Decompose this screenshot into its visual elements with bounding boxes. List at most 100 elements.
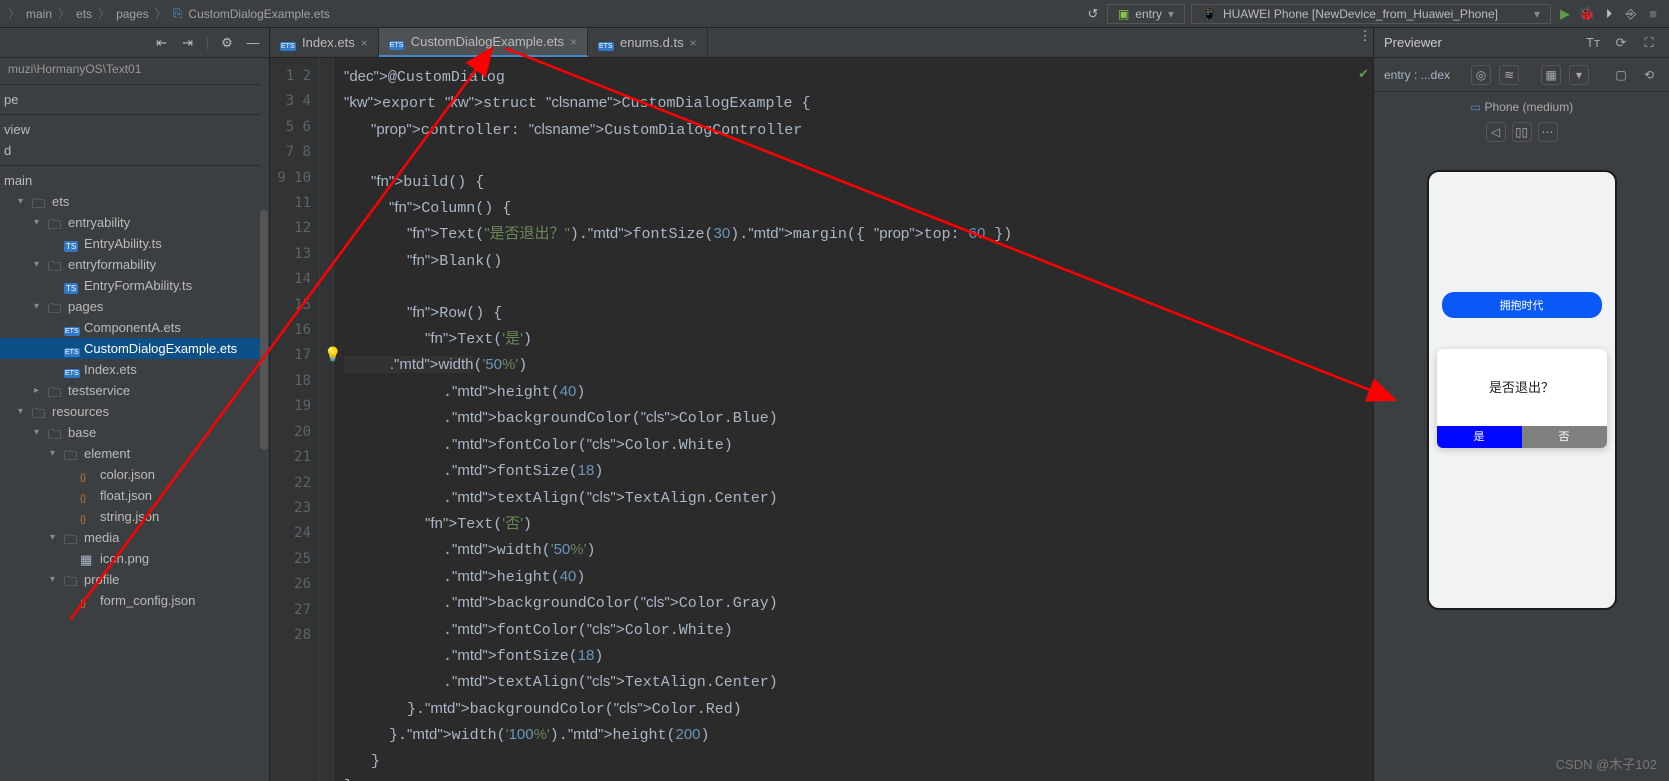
collapse-icon[interactable]: ⇤ [154,35,170,51]
editor-body[interactable]: 1 2 3 4 5 6 7 8 9 10 11 12 13 14 15 16 1… [270,58,1373,781]
chevron-right-icon: 〉 [8,5,20,22]
close-icon[interactable]: × [690,36,697,50]
crumb-main[interactable]: main [26,7,52,21]
chevron-right-icon: 〉 [98,5,110,22]
attach-icon[interactable]: ⎆ [1623,6,1639,22]
tree-item[interactable]: ▾entryability [0,212,269,233]
tree-item[interactable]: ▾element [0,443,269,464]
tree-item[interactable]: CustomDialogExample.ets [0,338,269,359]
tree-label: CustomDialogExample.ets [84,341,237,356]
chevron-icon[interactable]: ▾ [50,448,60,459]
ets-file-icon [598,36,614,50]
tree-item[interactable]: ▾entryformability [0,254,269,275]
tab-menu-icon[interactable]: ⋮ [1357,28,1373,44]
tree-label: resources [52,404,109,419]
settings-icon[interactable]: ⛶ [1639,33,1659,53]
editor-area: Index.ets×CustomDialogExample.ets×enums.… [270,28,1373,781]
rotate-icon[interactable]: ⟲ [1639,65,1659,85]
text-size-icon[interactable]: Tᴛ [1583,33,1603,53]
device-selector[interactable]: 📱 HUAWEI Phone [NewDevice_from_Huawei_Ph… [1191,4,1551,24]
preview-title: Previewer [1384,35,1442,50]
crumb-pages[interactable]: pages [116,7,149,21]
chevron-icon[interactable]: ▾ [34,427,44,438]
minimize-icon[interactable]: — [245,35,261,51]
tree-item[interactable]: ▾profile [0,569,269,590]
more-icon[interactable]: ⋯ [1538,122,1558,142]
folder-icon [64,573,80,587]
dialog-no-button[interactable]: 否 [1522,426,1607,448]
chevron-down-icon: ▾ [1534,7,1540,21]
chevron-icon[interactable]: ▾ [34,259,44,270]
fold-gutter[interactable] [320,58,334,781]
tree-item[interactable]: ComponentA.ets [0,317,269,338]
sync-icon[interactable]: ↺ [1085,6,1101,22]
tree-item[interactable]: icon.png [0,548,269,569]
chevron-icon[interactable]: ▾ [18,406,28,417]
ts-icon [64,279,80,293]
tree-item[interactable]: form_config.json [0,590,269,611]
back-icon[interactable]: ◁ [1486,122,1506,142]
close-icon[interactable]: × [570,35,577,49]
img-icon [80,552,96,566]
profile-icon[interactable]: ⏵ [1601,6,1617,22]
breadcrumb[interactable]: 〉 main 〉 ets 〉 pages 〉 ⎘ CustomDialogExa… [8,5,330,22]
tree-item[interactable]: float.json [0,485,269,506]
tree-item[interactable]: EntryFormAbility.ts [0,275,269,296]
close-icon[interactable]: × [361,36,368,50]
folder-icon [48,384,64,398]
run-icon[interactable]: ▶ [1557,6,1573,22]
crumb-file[interactable]: CustomDialogExample.ets [188,7,329,21]
lightbulb-icon[interactable]: 💡 [324,346,341,363]
tree-item[interactable]: Index.ets [0,359,269,380]
tree-label: form_config.json [100,593,195,608]
side-section-d[interactable]: d [0,140,269,161]
refresh-icon[interactable]: ⟳ [1611,33,1631,53]
dialog-yes-button[interactable]: 是 [1437,426,1522,448]
chevron-icon[interactable]: ▾ [34,301,44,312]
ets-file-icon [389,35,405,49]
grid-icon[interactable]: ▦ [1541,65,1561,85]
preview-entry-label[interactable]: entry : ...dex [1384,68,1450,82]
stop-icon[interactable]: ■ [1645,6,1661,22]
dropdown-icon[interactable]: ▾ [1569,65,1589,85]
tree-item[interactable]: EntryAbility.ts [0,233,269,254]
tab-label: enums.d.ts [620,35,684,50]
editor-tab[interactable]: enums.d.ts × [588,28,708,57]
layers-icon[interactable]: ≋ [1499,65,1519,85]
side-section-main[interactable]: main [0,170,269,191]
tree-label: media [84,530,119,545]
tree-scrollbar[interactable] [260,60,268,560]
tree-item[interactable]: ▾base [0,422,269,443]
side-section-view[interactable]: view [0,119,269,140]
chevron-icon[interactable]: ▾ [18,196,28,207]
tree-item[interactable]: string.json [0,506,269,527]
tree-item[interactable]: ▾ets [0,191,269,212]
chevron-icon[interactable]: ▾ [34,217,44,228]
crumb-ets[interactable]: ets [76,7,92,21]
chevron-icon[interactable]: ▾ [50,532,60,543]
chevron-icon[interactable]: ▾ [50,574,60,585]
tree-label: color.json [100,467,155,482]
phone-top-button[interactable]: 拥抱时代 [1442,292,1602,318]
tree-item[interactable]: ▾ media [0,527,269,548]
editor-tab[interactable]: Index.ets× [270,28,379,57]
project-tree[interactable]: ▾ets▾entryabilityEntryAbility.ts▾entryfo… [0,191,269,781]
crop-icon[interactable]: ▢ [1611,65,1631,85]
tree-item[interactable]: color.json [0,464,269,485]
tree-item[interactable]: ▾ resources [0,401,269,422]
inspect-icon[interactable]: ◎ [1471,65,1491,85]
chevron-icon[interactable]: ▸ [34,385,44,396]
tree-item[interactable]: ▸testservice [0,380,269,401]
expand-icon[interactable]: ⇥ [180,35,196,51]
side-section-pe[interactable]: pe [0,89,269,110]
code-content[interactable]: "dec">@CustomDialog "kw">export "kw">str… [334,58,1373,781]
module-selector[interactable]: ▣ entry ▾ [1107,4,1185,24]
folder-icon [64,447,80,461]
debug-icon[interactable]: 🐞 [1579,6,1595,22]
gear-icon[interactable]: ⚙ [219,35,235,51]
module-icon: ▣ [1118,7,1129,21]
preview-header: Previewer Tᴛ ⟳ ⛶ [1374,28,1669,58]
editor-tab[interactable]: CustomDialogExample.ets× [379,28,588,57]
split-icon[interactable]: ▯▯ [1512,122,1532,142]
tree-item[interactable]: ▾pages [0,296,269,317]
